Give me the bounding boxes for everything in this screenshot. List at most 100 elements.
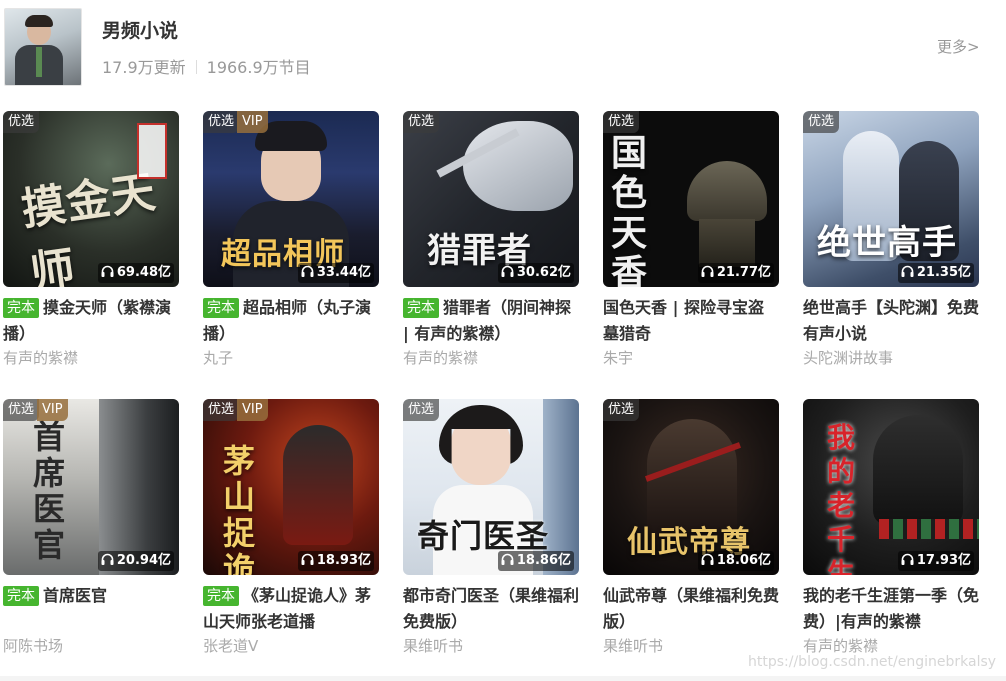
album-cover[interactable]: 猎罪者 优选 30.62亿 bbox=[403, 111, 579, 287]
badge-group: 优选 VIP bbox=[3, 399, 68, 421]
album-cover[interactable]: 摸金天师 优选 69.48亿 bbox=[3, 111, 179, 287]
youxuan-badge: 优选 bbox=[403, 399, 440, 421]
headphones-icon bbox=[101, 265, 114, 277]
vip-badge: VIP bbox=[237, 111, 268, 133]
cover-figure-hooded bbox=[873, 415, 963, 525]
play-count-value: 20.94亿 bbox=[116, 553, 171, 568]
album-title-text[interactable]: 我的老千生涯第一季（免费）|有声的紫襟 bbox=[803, 586, 979, 631]
album-title[interactable]: 我的老千生涯第一季（免费）|有声的紫襟 bbox=[803, 583, 979, 635]
album-title-text[interactable]: 仙武帝尊（果维福利免费版） bbox=[603, 586, 779, 631]
album-title[interactable]: 国色天香 | 探险寻宝盗墓猎奇 bbox=[603, 295, 779, 347]
album-card[interactable]: 国色天香 优选 21.77亿 国色天香 | 探险寻宝盗墓猎奇 朱宇 bbox=[603, 111, 779, 369]
album-title[interactable]: 完本 《茅山捉诡人》茅山天师张老道播 bbox=[203, 583, 379, 635]
play-count: 21.35亿 bbox=[897, 263, 974, 283]
vip-badge: VIP bbox=[37, 399, 68, 421]
album-cover[interactable]: 首席医官 优选 VIP 20.94亿 bbox=[3, 399, 179, 575]
badge-group: 优选 bbox=[603, 111, 640, 133]
play-count: 33.44亿 bbox=[297, 263, 374, 283]
album-title[interactable]: 绝世高手【头陀渊】免费有声小说 bbox=[803, 295, 979, 347]
cover-seal bbox=[137, 123, 167, 179]
album-author[interactable]: 张老道V bbox=[203, 635, 379, 657]
cover-chips bbox=[879, 519, 979, 539]
youxuan-badge: 优选 bbox=[603, 111, 640, 133]
cover-title-art: 绝世高手 bbox=[817, 223, 957, 263]
play-count-value: 69.48亿 bbox=[116, 265, 171, 280]
play-count-value: 21.35亿 bbox=[916, 265, 971, 280]
album-title[interactable]: 都市奇门医圣（果维福利免费版） bbox=[403, 583, 579, 635]
youxuan-badge: 优选 bbox=[803, 111, 840, 133]
play-count-value: 33.44亿 bbox=[316, 265, 371, 280]
album-title[interactable]: 仙武帝尊（果维福利免费版） bbox=[603, 583, 779, 635]
play-count-value: 18.86亿 bbox=[516, 553, 571, 568]
album-title-text[interactable]: 绝世高手【头陀渊】免费有声小说 bbox=[803, 298, 979, 343]
album-author[interactable]: 有声的紫襟 bbox=[3, 347, 179, 369]
badge-group: 优选 bbox=[403, 111, 440, 133]
album-cover[interactable]: 仙武帝尊 优选 18.06亿 bbox=[603, 399, 779, 575]
category-title[interactable]: 男频小说 bbox=[102, 16, 178, 43]
badge-group: 优选 bbox=[3, 111, 40, 133]
play-count: 69.48亿 bbox=[97, 263, 174, 283]
album-card[interactable]: 绝世高手 优选 21.35亿 绝世高手【头陀渊】免费有声小说 头陀渊讲故事 bbox=[803, 111, 979, 369]
album-card[interactable]: 我的老千生涯 17.93亿 我的老千生涯第一季（免费）|有声的紫襟 有声的紫襟 bbox=[803, 399, 979, 657]
updates-count: 17.9万更新 bbox=[102, 58, 186, 77]
play-count: 18.06亿 bbox=[697, 551, 774, 571]
album-card[interactable]: 超品相师 优选 VIP 33.44亿 完本 超品相师（丸子演播） 丸子 bbox=[203, 111, 379, 369]
category-avatar[interactable] bbox=[4, 8, 82, 86]
headphones-icon bbox=[501, 265, 514, 277]
album-card[interactable]: 奇门医圣 优选 18.86亿 都市奇门医圣（果维福利免费版） 果维听书 bbox=[403, 399, 579, 657]
finished-badge: 完本 bbox=[203, 298, 239, 318]
album-card[interactable]: 猎罪者 优选 30.62亿 完本 猎罪者（阴间神探 | 有声的紫襟） 有声的紫襟 bbox=[403, 111, 579, 369]
finished-badge: 完本 bbox=[403, 298, 439, 318]
album-author[interactable]: 丸子 bbox=[203, 347, 379, 369]
album-cover[interactable]: 茅山捉诡人 优选 VIP 18.93亿 bbox=[203, 399, 379, 575]
album-title-text[interactable]: 都市奇门医圣（果维福利免费版） bbox=[403, 586, 579, 631]
youxuan-badge: 优选 bbox=[203, 111, 240, 133]
headphones-icon bbox=[101, 553, 114, 565]
album-cover[interactable]: 绝世高手 优选 21.35亿 bbox=[803, 111, 979, 287]
finished-badge: 完本 bbox=[3, 586, 39, 606]
badge-group: 优选 VIP bbox=[203, 399, 268, 421]
play-count-value: 21.77亿 bbox=[716, 265, 771, 280]
album-cover[interactable]: 国色天香 优选 21.77亿 bbox=[603, 111, 779, 287]
page: 男频小说 17.9万更新 1966.9万节目 更多> 摸金天师 优选 69.48亿… bbox=[0, 0, 1006, 681]
album-title[interactable]: 完本 首席医官 bbox=[3, 583, 179, 635]
youxuan-badge: 优选 bbox=[603, 399, 640, 421]
vip-badge: VIP bbox=[237, 399, 268, 421]
album-title[interactable]: 完本 猎罪者（阴间神探 | 有声的紫襟） bbox=[403, 295, 579, 347]
bottom-divider bbox=[0, 676, 1006, 681]
album-card[interactable]: 摸金天师 优选 69.48亿 完本 摸金天师（紫襟演播） 有声的紫襟 bbox=[3, 111, 179, 369]
album-title[interactable]: 完本 超品相师（丸子演播） bbox=[203, 295, 379, 347]
youxuan-badge: 优选 bbox=[3, 399, 40, 421]
more-link[interactable]: 更多> bbox=[937, 36, 980, 57]
album-author[interactable]: 头陀渊讲故事 bbox=[803, 347, 979, 369]
cover-title-art: 我的老千生涯 bbox=[827, 421, 857, 575]
album-title-text[interactable]: 首席医官 bbox=[43, 586, 107, 605]
avatar-hair bbox=[25, 15, 53, 27]
album-author[interactable]: 有声的紫襟 bbox=[403, 347, 579, 369]
album-card[interactable]: 茅山捉诡人 优选 VIP 18.93亿 完本《茅山捉诡人》茅山天师张老道播 张老… bbox=[203, 399, 379, 657]
headphones-icon bbox=[901, 265, 914, 277]
headphones-icon bbox=[701, 265, 714, 277]
album-cover[interactable]: 我的老千生涯 17.93亿 bbox=[803, 399, 979, 575]
album-title[interactable]: 完本 摸金天师（紫襟演播） bbox=[3, 295, 179, 347]
programs-count: 1966.9万节目 bbox=[206, 58, 311, 77]
badge-group: 优选 bbox=[403, 399, 440, 421]
headphones-icon bbox=[701, 553, 714, 565]
badge-group: 优选 bbox=[803, 111, 840, 133]
cover-building bbox=[99, 399, 179, 575]
watermark: https://blog.csdn.net/enginebrkalsy bbox=[748, 654, 997, 670]
album-card[interactable]: 仙武帝尊 优选 18.06亿 仙武帝尊（果维福利免费版） 果维听书 bbox=[603, 399, 779, 657]
play-count: 17.93亿 bbox=[897, 551, 974, 571]
album-author[interactable]: 朱宇 bbox=[603, 347, 779, 369]
cover-censer-base bbox=[699, 219, 755, 267]
finished-badge: 完本 bbox=[3, 298, 39, 318]
album-cover[interactable]: 超品相师 优选 VIP 33.44亿 bbox=[203, 111, 379, 287]
play-count: 30.62亿 bbox=[497, 263, 574, 283]
badge-group: 优选 bbox=[603, 399, 640, 421]
badge-group: 优选 VIP bbox=[203, 111, 268, 133]
album-cover[interactable]: 奇门医圣 优选 18.86亿 bbox=[403, 399, 579, 575]
album-author[interactable]: 果维听书 bbox=[403, 635, 579, 657]
album-title-text[interactable]: 国色天香 | 探险寻宝盗墓猎奇 bbox=[603, 298, 764, 343]
album-author[interactable]: 阿陈书场 bbox=[3, 635, 179, 657]
album-card[interactable]: 首席医官 优选 VIP 20.94亿 完本 首席医官 阿陈书场 bbox=[3, 399, 179, 657]
